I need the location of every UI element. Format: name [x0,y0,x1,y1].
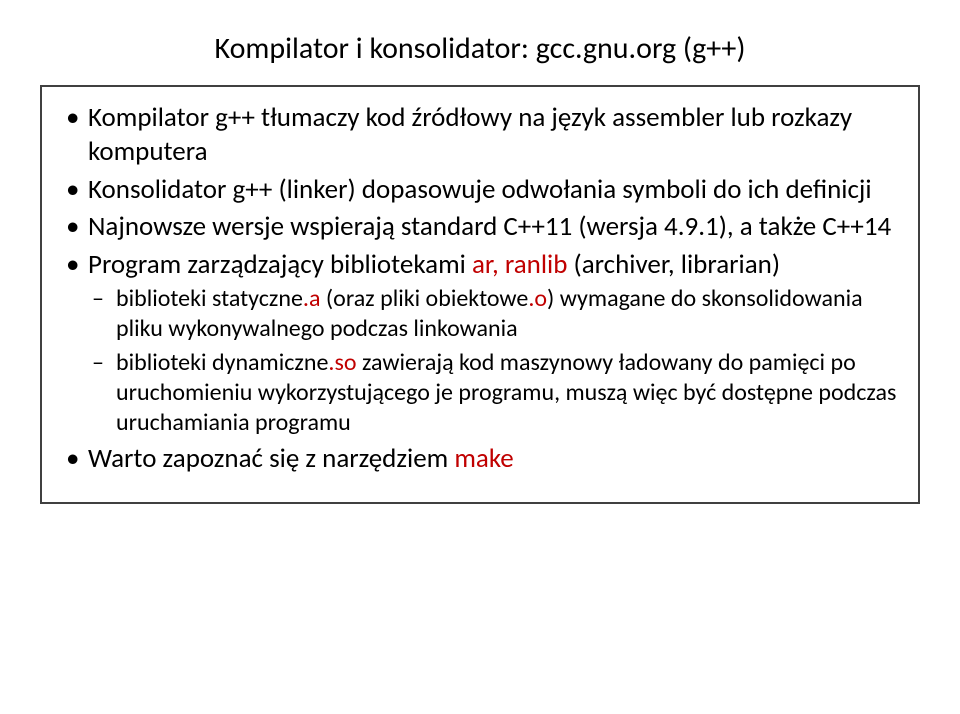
highlight-text: make [454,442,513,475]
bullet-item: Kompilator g++ tłumaczy kod źródłowy na … [62,101,898,169]
highlight-text: .so [328,348,356,377]
text-segment: Program zarządzający bibliotekami [88,248,472,281]
sub-bullet-item: biblioteki statyczne.a (oraz pliki obiek… [88,284,898,344]
text-segment: (archiver, librarian) [567,248,780,281]
text-segment: biblioteki statyczne [116,284,303,313]
sub-list: biblioteki statyczne.a (oraz pliki obiek… [88,284,898,438]
text-segment: (oraz pliki obiektowe [320,284,528,313]
main-list: Kompilator g++ tłumaczy kod źródłowy na … [62,101,898,476]
bullet-item: Warto zapoznać się z narzędziem make [62,442,898,476]
bullet-item: Program zarządzający bibliotekami ar, ra… [62,248,898,438]
text-segment: biblioteki dynamiczne [116,348,328,377]
sub-bullet-item: biblioteki dynamiczne.so zawierają kod m… [88,348,898,438]
text-segment: Warto zapoznać się z narzędziem [88,442,454,475]
highlight-text: ar, ranlib [472,248,567,281]
bullet-item: Najnowsze wersje wspierają standard C++1… [62,210,898,244]
highlight-text: .o [528,284,547,313]
highlight-text: .a [303,284,321,313]
slide-title: Kompilator i konsolidator: gcc.gnu.org (… [40,30,920,67]
content-box: Kompilator g++ tłumaczy kod źródłowy na … [40,85,920,504]
bullet-item: Konsolidator g++ (linker) dopasowuje odw… [62,173,898,207]
